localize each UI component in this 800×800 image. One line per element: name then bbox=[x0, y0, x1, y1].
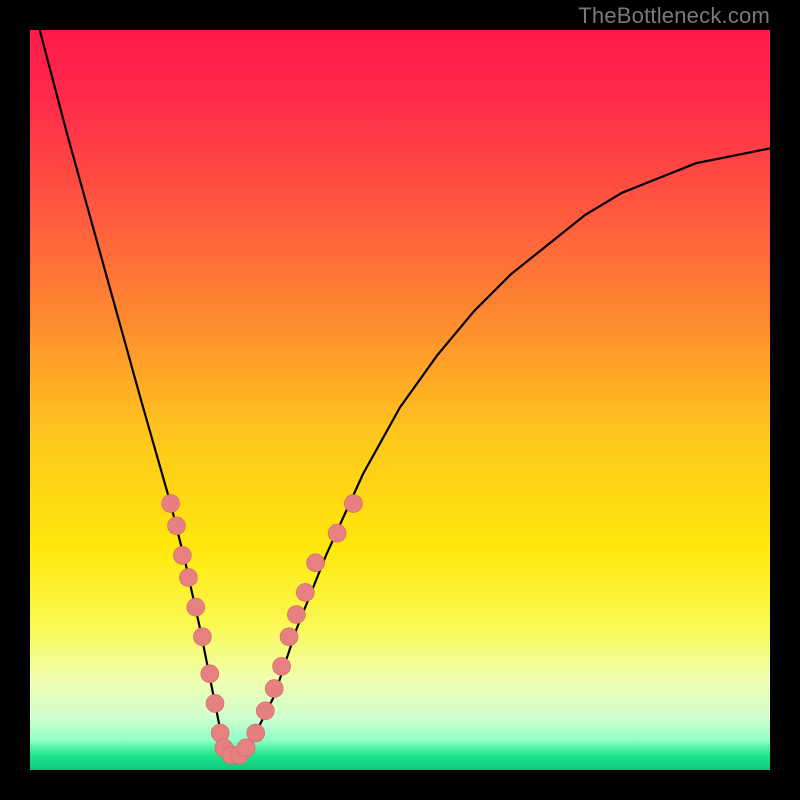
chart-svg bbox=[30, 30, 770, 770]
sample-dot bbox=[162, 495, 180, 513]
sample-dot bbox=[193, 628, 211, 646]
sample-dots-group bbox=[162, 495, 363, 765]
sample-dot bbox=[328, 524, 346, 542]
sample-dot bbox=[247, 724, 265, 742]
sample-dot bbox=[173, 546, 191, 564]
bottleneck-curve bbox=[30, 30, 770, 755]
sample-dot bbox=[201, 665, 219, 683]
sample-dot bbox=[273, 657, 291, 675]
sample-dot bbox=[168, 517, 186, 535]
sample-dot bbox=[296, 583, 314, 601]
sample-dot bbox=[287, 606, 305, 624]
sample-dot bbox=[280, 628, 298, 646]
frame: TheBottleneck.com bbox=[0, 0, 800, 800]
plot-area bbox=[30, 30, 770, 770]
sample-dot bbox=[256, 702, 274, 720]
sample-dot bbox=[265, 680, 283, 698]
watermark-text: TheBottleneck.com bbox=[578, 3, 770, 29]
sample-dot bbox=[179, 569, 197, 587]
sample-dot bbox=[344, 495, 362, 513]
sample-dot bbox=[307, 554, 325, 572]
sample-dot bbox=[187, 598, 205, 616]
sample-dot bbox=[206, 694, 224, 712]
